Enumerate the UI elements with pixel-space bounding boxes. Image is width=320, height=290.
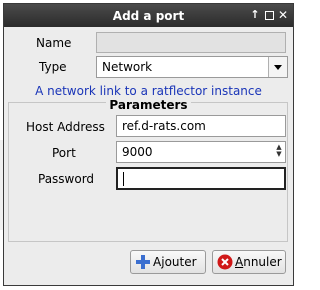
add-button-label: Ajouter [153, 255, 197, 269]
text-cursor [123, 172, 124, 186]
plus-icon [136, 255, 150, 269]
title-bar: Add a port ↑ ✕ [4, 4, 293, 27]
host-address-label: Host Address [26, 120, 105, 134]
type-description: A network link to a ratflector instance [35, 84, 262, 98]
password-label: Password [38, 172, 95, 186]
password-field[interactable] [116, 167, 286, 190]
port-spinner[interactable]: 9000 ▲ ▼ [116, 141, 286, 163]
cancel-button-label: Annuler [235, 255, 282, 269]
port-value: 9000 [122, 145, 153, 159]
name-label: Name [36, 36, 72, 50]
spin-arrows-icon[interactable]: ▲ ▼ [275, 144, 283, 158]
type-label: Type [39, 60, 67, 74]
cancel-button[interactable]: Annuler [212, 250, 286, 274]
add-port-dialog: Add a port ↑ ✕ Name Type Network A netwo… [3, 3, 294, 286]
type-combobox[interactable]: Network [96, 56, 288, 78]
host-address-field[interactable]: ref.d-rats.com [116, 115, 286, 137]
parameters-title: Parameters [4, 98, 293, 112]
close-icon[interactable]: ✕ [276, 8, 290, 22]
pin-icon[interactable]: ↑ [248, 8, 262, 22]
cancel-icon [217, 254, 233, 270]
add-button[interactable]: Ajouter [130, 250, 206, 274]
name-field[interactable] [96, 32, 286, 53]
chevron-down-icon[interactable] [268, 57, 287, 77]
type-value: Network [102, 60, 153, 74]
maximize-icon[interactable] [262, 8, 276, 22]
port-label: Port [52, 146, 76, 160]
